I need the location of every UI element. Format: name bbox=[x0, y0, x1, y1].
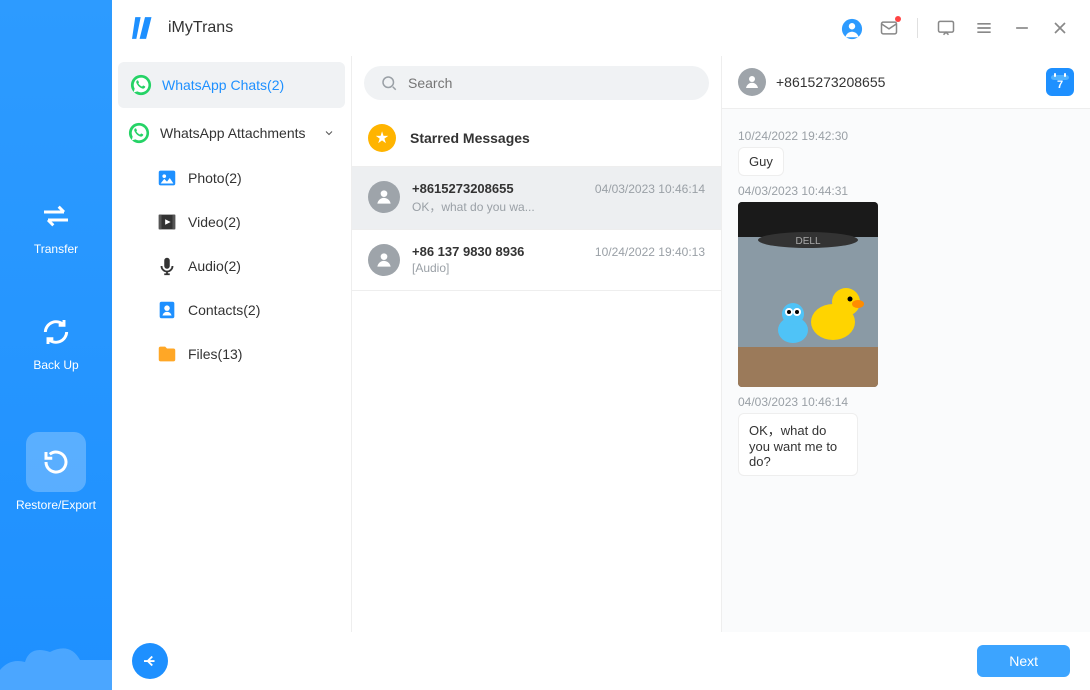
message-bubble: Guy bbox=[738, 147, 784, 176]
whatsapp-icon bbox=[128, 122, 150, 144]
message-time: 10/24/2022 19:42:30 bbox=[738, 129, 1074, 143]
sidebar-chats-label: WhatsApp Chats(2) bbox=[162, 77, 284, 93]
chat-header: +8615273208655 7 bbox=[722, 56, 1090, 109]
calendar-day: 7 bbox=[1057, 80, 1063, 91]
conversation-name: +8615273208655 bbox=[412, 181, 514, 196]
top-actions bbox=[841, 18, 1070, 38]
restore-icon bbox=[41, 447, 71, 477]
sidebar: WhatsApp Chats(2) WhatsApp Attachments P… bbox=[112, 56, 352, 632]
main: iMyTrans bbox=[112, 0, 1090, 690]
sidebar-item-contacts[interactable]: Contacts(2) bbox=[156, 288, 351, 332]
calendar-button[interactable]: 7 bbox=[1046, 68, 1074, 96]
starred-messages[interactable]: ★ Starred Messages bbox=[352, 110, 721, 167]
sidebar-item-chats[interactable]: WhatsApp Chats(2) bbox=[118, 62, 345, 108]
rail-transfer[interactable]: Transfer bbox=[34, 200, 78, 256]
rail-restore-label: Restore/Export bbox=[16, 498, 96, 512]
search-icon bbox=[380, 74, 398, 92]
rail-backup-label: Back Up bbox=[33, 358, 78, 372]
feedback-icon[interactable] bbox=[936, 18, 956, 38]
chevron-down-icon bbox=[323, 127, 335, 139]
message-bubble: OK，what do you want me to do? bbox=[738, 413, 858, 476]
sidebar-video-label: Video(2) bbox=[188, 214, 241, 230]
sidebar-files-label: Files(13) bbox=[188, 346, 242, 362]
whatsapp-icon bbox=[130, 74, 152, 96]
rail-restore[interactable]: Restore/Export bbox=[16, 432, 96, 512]
video-icon bbox=[156, 211, 178, 233]
sidebar-item-photo[interactable]: Photo(2) bbox=[156, 156, 351, 200]
rail-backup[interactable]: Back Up bbox=[33, 316, 78, 372]
message-image[interactable]: DELL bbox=[738, 202, 878, 387]
conversation-time: 10/24/2022 19:40:13 bbox=[595, 245, 705, 259]
sidebar-photo-label: Photo(2) bbox=[188, 170, 242, 186]
chat-body[interactable]: 10/24/2022 19:42:30 Guy 04/03/2023 10:44… bbox=[722, 109, 1090, 632]
rail-transfer-label: Transfer bbox=[34, 242, 78, 256]
bottom-bar: Next bbox=[112, 632, 1090, 690]
message-time: 04/03/2023 10:46:14 bbox=[738, 395, 1074, 409]
back-button[interactable] bbox=[132, 643, 168, 679]
chat-title: +8615273208655 bbox=[776, 74, 1036, 90]
search-wrap bbox=[352, 56, 721, 110]
arrow-left-icon bbox=[141, 652, 159, 670]
content: WhatsApp Chats(2) WhatsApp Attachments P… bbox=[112, 56, 1090, 632]
sidebar-item-files[interactable]: Files(13) bbox=[156, 332, 351, 376]
conversation-body: +86 137 9830 8936 10/24/2022 19:40:13 [A… bbox=[412, 244, 705, 275]
photo-icon bbox=[156, 167, 178, 189]
conversation-time: 04/03/2023 10:46:14 bbox=[595, 182, 705, 196]
search-input[interactable] bbox=[408, 75, 693, 91]
left-rail: Transfer Back Up Restore/Export bbox=[0, 0, 112, 690]
cloud-decoration-icon bbox=[0, 640, 112, 690]
brand-logo-icon bbox=[132, 15, 158, 41]
star-icon: ★ bbox=[368, 124, 396, 152]
topbar: iMyTrans bbox=[112, 0, 1090, 56]
avatar-icon bbox=[368, 244, 400, 276]
avatar-icon bbox=[368, 181, 400, 213]
brand-name: iMyTrans bbox=[168, 19, 233, 37]
svg-text:DELL: DELL bbox=[795, 236, 820, 247]
close-icon[interactable] bbox=[1050, 18, 1070, 38]
contacts-icon bbox=[156, 299, 178, 321]
conversation-body: +8615273208655 04/03/2023 10:46:14 OK，wh… bbox=[412, 181, 705, 215]
sidebar-sublist: Photo(2) Video(2) Audio(2) Contacts(2) F… bbox=[112, 156, 351, 376]
separator bbox=[917, 18, 918, 38]
sidebar-item-audio[interactable]: Audio(2) bbox=[156, 244, 351, 288]
conversation-preview: [Audio] bbox=[412, 261, 705, 275]
files-icon bbox=[156, 343, 178, 365]
avatar-icon bbox=[738, 68, 766, 96]
conversation-name: +86 137 9830 8936 bbox=[412, 244, 524, 259]
conversation-preview: OK，what do you wa... bbox=[412, 198, 705, 215]
conversation-item[interactable]: +86 137 9830 8936 10/24/2022 19:40:13 [A… bbox=[352, 230, 721, 291]
search-box[interactable] bbox=[364, 66, 709, 100]
sidebar-contacts-label: Contacts(2) bbox=[188, 302, 260, 318]
transfer-icon bbox=[40, 200, 72, 232]
sidebar-item-attachments[interactable]: WhatsApp Attachments bbox=[112, 110, 351, 156]
menu-icon[interactable] bbox=[974, 18, 994, 38]
conversation-item[interactable]: +8615273208655 04/03/2023 10:46:14 OK，wh… bbox=[352, 167, 721, 230]
chat-panel: +8615273208655 7 10/24/2022 19:42:30 Guy… bbox=[722, 56, 1090, 632]
account-icon[interactable] bbox=[841, 18, 861, 38]
sidebar-audio-label: Audio(2) bbox=[188, 258, 241, 274]
starred-label: Starred Messages bbox=[410, 130, 530, 146]
notification-dot bbox=[895, 16, 901, 22]
mail-icon[interactable] bbox=[879, 18, 899, 38]
next-button[interactable]: Next bbox=[977, 645, 1070, 677]
rail-restore-box bbox=[26, 432, 86, 492]
conversation-list: ★ Starred Messages +8615273208655 04/03/… bbox=[352, 56, 722, 632]
audio-icon bbox=[156, 255, 178, 277]
minimize-icon[interactable] bbox=[1012, 18, 1032, 38]
sidebar-attachments-label: WhatsApp Attachments bbox=[160, 125, 306, 141]
refresh-icon bbox=[40, 316, 72, 348]
message-time: 04/03/2023 10:44:31 bbox=[738, 184, 1074, 198]
brand: iMyTrans bbox=[132, 15, 233, 41]
sidebar-item-video[interactable]: Video(2) bbox=[156, 200, 351, 244]
image-placeholder-icon: DELL bbox=[738, 202, 878, 387]
